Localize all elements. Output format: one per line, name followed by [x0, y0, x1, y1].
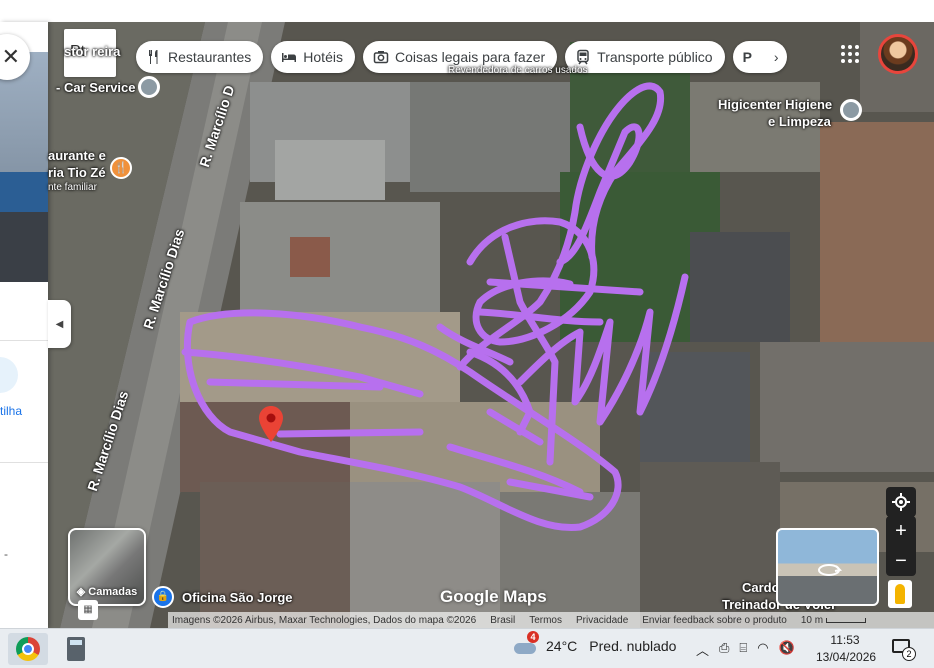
chip-label: Coisas legais para fazer [394, 49, 546, 65]
chip-label: Restaurantes [168, 49, 252, 65]
country-link[interactable]: Brasil [490, 615, 515, 626]
rotate-360-icon [818, 564, 843, 576]
panel-dash: - [4, 547, 8, 561]
chip-hoteis[interactable]: Hotéis [271, 41, 355, 73]
chip-label: P [742, 49, 752, 65]
chrome-icon [16, 637, 40, 661]
chip-label: Hotéis [303, 49, 343, 65]
oficina-pin-icon[interactable]: 🔒 [152, 586, 174, 608]
map-label-higicenter-2[interactable]: e Limpeza [768, 114, 831, 129]
panel-divider [0, 340, 48, 341]
map-label-restaurant-3: nte familiar [48, 182, 97, 193]
clock-date: 13/04/2026 [816, 650, 877, 664]
zoom-out-button[interactable]: − [895, 546, 907, 576]
layers-stack-icon: ◈ [76, 586, 89, 598]
notification-count: 2 [902, 647, 916, 661]
map-label-store[interactable]: stor reira [64, 44, 120, 59]
map-label-restaurant-1[interactable]: aurante e [48, 148, 106, 163]
privacy-link[interactable]: Privacidade [576, 615, 628, 626]
layers-button[interactable]: ◈ Camadas [68, 528, 146, 606]
place-photo[interactable] [0, 52, 48, 282]
map-label-restaurant-2[interactable]: ria Tio Zé [48, 165, 106, 180]
camera-icon [373, 51, 389, 64]
network-icon[interactable]: ⌸ [739, 640, 747, 659]
pegman-icon[interactable] [888, 580, 912, 608]
street-view-thumbnail[interactable] [776, 528, 879, 606]
weather-text: Pred. nublado [589, 638, 677, 654]
restaurant-pin-icon[interactable]: 🍴 [110, 157, 132, 179]
scale-bar [825, 617, 866, 623]
taskbar-calculator[interactable] [56, 633, 96, 665]
weather-widget[interactable]: 4 24°C Pred. nublado [512, 631, 677, 655]
map-label-higicenter-1[interactable]: Higicenter Higiene [718, 97, 832, 112]
feedback-link[interactable]: Enviar feedback sobre o produto [642, 615, 787, 626]
fork-knife-icon [149, 50, 158, 64]
location-pin-icon[interactable] [259, 406, 283, 442]
avatar[interactable] [878, 34, 918, 74]
map-label-oficina[interactable]: Oficina São Jorge [182, 590, 293, 605]
share-button-circle[interactable] [0, 357, 18, 393]
collapse-panel-button[interactable]: ◀ [48, 300, 71, 348]
map-label-car-dealer[interactable]: Revendedora de carros usados [448, 65, 588, 76]
bed-icon [282, 53, 297, 62]
car-service-pin-icon[interactable] [138, 76, 160, 98]
imagery-credit: Imagens ©2026 Airbus, Maxar Technologies… [172, 614, 477, 626]
chevron-up-icon[interactable]: ︿ [696, 640, 709, 659]
scale-label[interactable]: 10 m [801, 615, 866, 626]
notifications-button[interactable]: 2 [892, 639, 916, 661]
higicenter-pin-icon[interactable] [840, 99, 862, 121]
clock-time: 11:53 [830, 633, 860, 647]
taskbar-chrome[interactable] [8, 633, 48, 665]
browser-top-strip [0, 0, 934, 22]
my-location-button[interactable] [886, 487, 916, 517]
wifi-icon[interactable]: ◠ [757, 640, 768, 659]
attribution-bar: Imagens ©2026 Airbus, Maxar Technologies… [168, 612, 934, 628]
map-label-cardo-1[interactable]: Cardo [742, 580, 780, 595]
chip-label: Transporte público [597, 49, 713, 65]
cloud-icon: 4 [512, 631, 539, 655]
close-icon: ✕ [1, 44, 20, 69]
zoom-controls: + − [886, 516, 916, 576]
map-label-car-service[interactable]: - Car Service [56, 80, 136, 95]
apps-grid-icon[interactable] [838, 42, 862, 66]
calculator-icon [67, 637, 85, 661]
temperature: 24°C [546, 638, 578, 654]
photo-bus [0, 172, 48, 212]
speaker-icon[interactable]: 🔇 [779, 640, 795, 659]
weather-badge: 4 [527, 631, 539, 643]
chip-restaurantes[interactable]: Restaurantes [136, 41, 264, 73]
system-tray: ︿ ⎙ ⌸ ◠ 🔇 [696, 640, 795, 659]
panel-divider [0, 462, 48, 463]
map-scale-toggle-icon[interactable]: ▦ [78, 600, 98, 620]
photo-car [0, 212, 48, 282]
side-panel: tilha - [0, 22, 48, 628]
train-icon [577, 49, 589, 65]
share-label[interactable]: tilha [0, 404, 22, 418]
chip-transporte-publico[interactable]: Transporte público [565, 41, 725, 73]
meet-icon[interactable]: ⎙ [719, 640, 729, 659]
chevron-right-icon: › [773, 49, 779, 65]
chip-more[interactable]: P › [732, 41, 787, 73]
google-maps-logo: Google Maps [440, 587, 547, 606]
screen: tilha - ✕ ◀ Pt Restaurantes Hotéis Coisa… [0, 0, 934, 668]
zoom-in-button[interactable]: + [895, 516, 907, 546]
caret-left-icon: ◀ [55, 318, 64, 330]
terms-link[interactable]: Termos [529, 615, 562, 626]
crosshair-icon [892, 493, 910, 511]
taskbar: 4 24°C Pred. nublado ︿ ⎙ ⌸ ◠ 🔇 11:53 13/… [0, 628, 934, 668]
clock[interactable]: 11:53 13/04/2026 [816, 632, 877, 666]
layers-label: ◈ Camadas [76, 586, 138, 598]
